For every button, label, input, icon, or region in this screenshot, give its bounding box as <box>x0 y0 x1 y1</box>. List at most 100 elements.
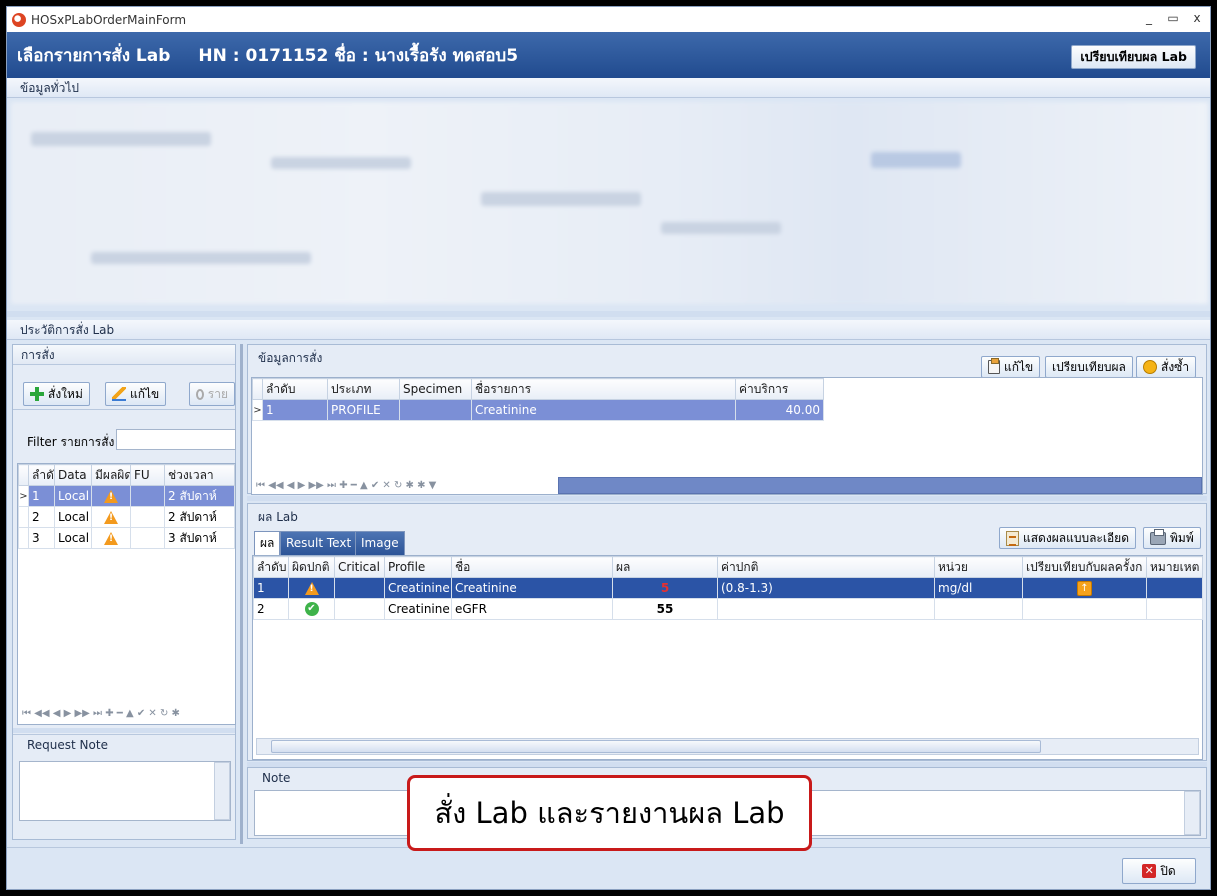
show-detail-label: แสดงผลแบบละเอียด <box>1023 530 1129 545</box>
tab-result[interactable]: ผล <box>254 531 281 555</box>
maximize-button[interactable]: ▭ <box>1166 11 1180 25</box>
result-value: 5 <box>612 577 718 599</box>
close-window-button[interactable]: x <box>1190 11 1204 25</box>
orders-col-fu[interactable]: FU <box>130 464 165 486</box>
top-splitter[interactable] <box>7 311 1210 317</box>
app-icon <box>12 12 26 27</box>
result-normal: (0.8-1.3) <box>717 577 935 599</box>
arrow-up-icon[interactable]: ↑ <box>1077 581 1092 596</box>
reorder-label: สั่งซ้ำ <box>1161 359 1190 374</box>
table-row[interactable]: 1 Creatinine Creatinine 5 (0.8-1.3) mg/d… <box>253 577 1203 599</box>
orders-col-data[interactable]: Data S <box>54 464 92 486</box>
warning-icon <box>104 511 118 524</box>
abnormal-cell <box>91 485 131 507</box>
print-button[interactable]: พิมพ์ <box>1143 527 1201 549</box>
show-detail-button[interactable]: แสดงผลแบบละเอียด <box>999 527 1136 549</box>
orders-col-no[interactable]: ลำดั <box>28 464 55 486</box>
window-title: HOSxPLabOrderMainForm <box>31 12 187 27</box>
order-data: Local <box>54 527 92 549</box>
table-row[interactable]: > 1 PROFILE Creatinine 40.00 <box>252 399 824 421</box>
orders-group: การสั่ง สั่งใหม่ แก้ไข ราย Filter รายการ… <box>12 344 236 840</box>
order-compare-button[interactable]: เปรียบเทียบผล <box>1045 356 1133 378</box>
order-info-group: ข้อมูลการสั่ง แก้ไข เปรียบเทียบผล สั่งซ้… <box>247 344 1207 495</box>
result-name: Creatinine <box>451 577 613 599</box>
filter-input[interactable] <box>116 429 236 450</box>
minimize-button[interactable]: _ <box>1142 11 1156 25</box>
new-order-label: สั่งใหม่ <box>48 386 83 401</box>
row-indicator-icon: > <box>18 485 29 507</box>
result-col-remark[interactable]: หมายเหต <box>1146 556 1203 578</box>
lab-result-group: ผล Lab ผล Result Text Image แสดงผลแบบละเ… <box>247 503 1207 761</box>
result-col-compare[interactable]: เปรียบเทียบกับผลครั้งก <box>1022 556 1147 578</box>
order-edit-button[interactable]: แก้ไข <box>981 356 1041 378</box>
row-indicator <box>18 506 29 528</box>
request-note-scrollbar[interactable] <box>214 762 230 820</box>
order-item-name: Creatinine <box>471 399 736 421</box>
table-row[interactable]: 3 Local 3 สัปดาห์ <box>18 527 235 549</box>
close-label: ปิด <box>1160 863 1176 878</box>
order-data: Local <box>54 485 92 507</box>
order-no: 3 <box>28 527 55 549</box>
new-order-button[interactable]: สั่งใหม่ <box>23 382 90 406</box>
result-col-no[interactable]: ลำดับ <box>253 556 289 578</box>
orders-navigator[interactable]: ⏮ ◀◀ ◀ ▶ ▶▶ ⏭ ✚ ━ ▲ ✔ ✕ ↻ ✱ <box>18 704 235 722</box>
vertical-splitter[interactable] <box>240 344 243 844</box>
warning-icon <box>104 532 118 545</box>
order-col-name[interactable]: ชื่อรายการ <box>471 378 736 400</box>
result-col-normal[interactable]: ค่าปกติ <box>717 556 935 578</box>
table-row[interactable]: 2 ✔ Creatinine eGFR 55 <box>253 598 1203 620</box>
patient-info: HN : 0171152 ชื่อ : นางเรื้อรัง ทดสอบ5 <box>198 45 519 66</box>
order-data: Local <box>54 506 92 528</box>
result-col-abnormal[interactable]: ผิดปกติ <box>288 556 335 578</box>
blurred-general-info <box>11 102 1208 304</box>
result-normal <box>717 598 935 620</box>
print-label: พิมพ์ <box>1170 530 1194 545</box>
result-col-name[interactable]: ชื่อ <box>451 556 613 578</box>
note-scrollbar[interactable] <box>1184 791 1200 835</box>
page-title: เลือกรายการสั่ง Lab <box>17 45 171 66</box>
callout-annotation: สั่ง Lab และรายงานผล Lab <box>407 775 812 851</box>
report-button[interactable]: ราย <box>189 382 235 406</box>
reorder-button[interactable]: สั่งซ้ำ <box>1136 356 1197 378</box>
lab-result-table-panel: ลำดับ ผิดปกติ Critical Profile ชื่อ ผล ค… <box>252 555 1203 760</box>
orders-splitter[interactable] <box>13 728 235 733</box>
abnormal-cell <box>91 506 131 528</box>
request-note-input[interactable] <box>19 761 231 821</box>
table-row[interactable]: > 1 Local 2 สัปดาห์ <box>18 485 235 507</box>
result-critical <box>334 577 385 599</box>
order-col-specimen[interactable]: Specimen <box>399 378 472 400</box>
table-row[interactable]: 2 Local 2 สัปดาห์ <box>18 506 235 528</box>
tab-image[interactable]: Image <box>355 531 405 555</box>
order-col-no[interactable]: ลำดับ <box>262 378 328 400</box>
result-col-profile[interactable]: Profile <box>384 556 452 578</box>
abnormal-cell <box>288 577 335 599</box>
lab-result-scroll-thumb[interactable] <box>271 740 1041 753</box>
order-info-navigator[interactable]: ⏮ ◀◀ ◀ ▶ ▶▶ ⏭ ✚ ━ ▲ ✔ ✕ ↻ ✱ ✱ ▼ <box>252 476 557 494</box>
result-col-unit[interactable]: หน่วย <box>934 556 1023 578</box>
close-button[interactable]: ✕ ปิด <box>1122 858 1196 884</box>
result-col-critical[interactable]: Critical <box>334 556 385 578</box>
edit-order-label: แก้ไข <box>130 386 160 401</box>
result-profile: Creatinine <box>384 577 452 599</box>
edit-order-button[interactable]: แก้ไข <box>105 382 167 406</box>
order-info-scrollbar[interactable] <box>558 477 1202 494</box>
orders-title: การสั่ง <box>13 345 235 365</box>
order-no: 2 <box>28 506 55 528</box>
order-col-type[interactable]: ประเภท <box>327 378 400 400</box>
order-period: 2 สัปดาห์ <box>164 506 235 528</box>
result-col-result[interactable]: ผล <box>612 556 718 578</box>
compare-lab-button[interactable]: เปรียบเทียบผล Lab <box>1071 45 1196 69</box>
orders-col-abnormal[interactable]: มีผลผิด <box>91 464 131 486</box>
lab-result-table: ลำดับ ผิดปกติ Critical Profile ชื่อ ผล ค… <box>253 556 1203 620</box>
order-fu <box>130 485 165 507</box>
order-col-price[interactable]: ค่าบริการ <box>735 378 824 400</box>
printer-icon <box>1150 528 1166 545</box>
tab-result-text[interactable]: Result Text <box>280 531 358 555</box>
order-info-indicator-header <box>252 378 263 400</box>
orders-col-period[interactable]: ช่วงเวลา <box>164 464 235 486</box>
middle-splitter[interactable] <box>247 496 1207 501</box>
note-title: Note <box>262 771 291 785</box>
lab-result-scrollbar[interactable] <box>256 738 1199 755</box>
order-fu <box>130 527 165 549</box>
search-icon <box>196 388 204 400</box>
